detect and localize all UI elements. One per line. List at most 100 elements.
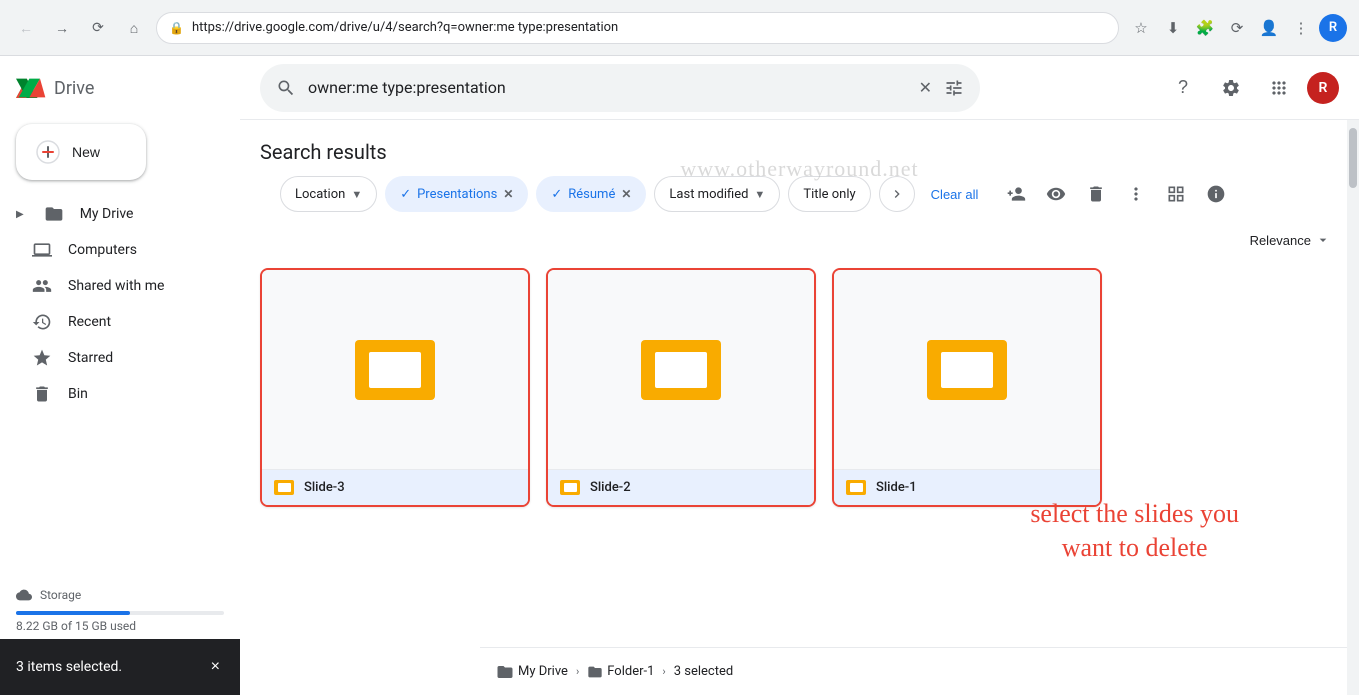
file-grid: Slide-3 Slide-2	[240, 260, 1359, 527]
star-icon	[32, 348, 52, 368]
scrollbar-thumb[interactable]	[1349, 128, 1357, 188]
extensions-button[interactable]: 🧩	[1191, 14, 1219, 42]
add-person-button[interactable]	[998, 176, 1034, 212]
file-card-slide1[interactable]: Slide-1	[832, 268, 1102, 507]
file-card-footer-slide3: Slide-3	[262, 470, 528, 505]
settings-dots-button[interactable]: ⋮	[1287, 14, 1315, 42]
new-button[interactable]: New	[16, 124, 146, 180]
drive-logo: Drive	[0, 64, 240, 112]
toolbar-icons	[998, 176, 1234, 212]
sidebar: Drive New ▶ My Drive Computers	[0, 56, 240, 695]
sidebar-item-starred[interactable]: Starred	[0, 340, 224, 376]
settings-button[interactable]	[1211, 68, 1251, 108]
storage-bar-fill	[16, 611, 130, 615]
file-card-footer-slide1: Slide-1	[834, 470, 1100, 505]
last-modified-chevron-icon: ▼	[754, 188, 765, 201]
file-icon-inner-slide3	[278, 483, 291, 492]
sort-bar: Relevance	[240, 224, 1359, 260]
bottom-selected-text: 3 selected	[674, 664, 733, 679]
file-icon-slide3	[274, 480, 294, 495]
slides-icon-outer	[355, 340, 435, 400]
preview-button[interactable]	[1038, 176, 1074, 212]
filter-bar: Location ▼ ✓ Presentations ✕ ✓ Résumé ✕	[260, 176, 1254, 224]
download-button[interactable]: ⬇	[1159, 14, 1187, 42]
trash-icon	[32, 384, 52, 404]
presentations-remove-icon[interactable]: ✕	[503, 187, 513, 201]
storage-used-text: 8.22 GB of 15 GB used	[16, 619, 224, 633]
url-text: https://drive.google.com/drive/u/4/searc…	[192, 20, 1106, 35]
main-content: owner:me type:presentation ✕ ? R Sear	[240, 56, 1359, 695]
title-only-filter-label: Title only	[803, 187, 855, 202]
file-name-slide3: Slide-3	[304, 480, 345, 495]
back-button[interactable]: ←	[12, 14, 40, 42]
sidebar-item-sharedwithme-label: Shared with me	[68, 278, 164, 294]
people-icon	[32, 276, 52, 296]
bottom-drive-icon	[496, 663, 514, 681]
forward-button[interactable]: →	[48, 14, 76, 42]
sync-button[interactable]: ⟳	[1223, 14, 1251, 42]
user-avatar[interactable]: R	[1307, 72, 1339, 104]
info-button[interactable]	[1198, 176, 1234, 212]
resume-remove-icon[interactable]: ✕	[621, 187, 631, 201]
slides-icon-outer-2	[641, 340, 721, 400]
profile-button[interactable]: 👤	[1255, 14, 1283, 42]
bottom-chevron-1: ›	[576, 665, 579, 678]
sidebar-item-mydrive[interactable]: ▶ My Drive	[0, 196, 224, 232]
folder-icon	[44, 204, 64, 224]
last-modified-filter-chip[interactable]: Last modified ▼	[654, 176, 780, 212]
clear-all-button[interactable]: Clear all	[923, 181, 987, 208]
drive-header: owner:me type:presentation ✕ ? R	[240, 56, 1359, 120]
drive-logo-icon	[16, 72, 48, 104]
home-button[interactable]: ⌂	[120, 14, 148, 42]
file-card-slide2[interactable]: Slide-2	[546, 268, 816, 507]
selection-count: 3 items selected.	[16, 659, 122, 675]
expand-arrow-icon: ▶	[16, 209, 24, 220]
address-bar: 🔒 https://drive.google.com/drive/u/4/sea…	[156, 12, 1119, 44]
sidebar-item-bin[interactable]: Bin	[0, 376, 224, 412]
more-actions-button[interactable]	[1118, 176, 1154, 212]
slides-icon-outer-3	[927, 340, 1007, 400]
last-modified-filter-label: Last modified	[669, 187, 748, 202]
location-filter-chip[interactable]: Location ▼	[280, 176, 377, 212]
scrollbar-track	[1347, 120, 1359, 695]
presentations-filter-label: Presentations	[417, 187, 497, 202]
drive-logo-text: Drive	[54, 78, 94, 99]
resume-filter-label: Résumé	[568, 187, 615, 202]
presentations-check-icon: ✓	[400, 187, 411, 202]
delete-button[interactable]	[1078, 176, 1114, 212]
clock-icon	[32, 312, 52, 332]
file-icon-inner-slide2	[564, 483, 577, 492]
grid-view-button[interactable]	[1158, 176, 1194, 212]
sidebar-item-recent-label: Recent	[68, 314, 111, 330]
bottom-mydrive-text: My Drive	[518, 664, 568, 679]
sidebar-item-recent[interactable]: Recent	[0, 304, 224, 340]
new-button-label: New	[72, 144, 100, 160]
search-clear-button[interactable]: ✕	[919, 78, 932, 97]
browser-chrome: ← → ⟳ ⌂ 🔒 https://drive.google.com/drive…	[0, 0, 1359, 56]
relevance-sort-button[interactable]: Relevance	[1242, 228, 1339, 252]
reload-button[interactable]: ⟳	[84, 14, 112, 42]
search-options-button[interactable]	[944, 78, 964, 98]
sidebar-item-computers-label: Computers	[68, 242, 137, 258]
browser-avatar[interactable]: R	[1319, 14, 1347, 42]
search-results-header: Search results Location ▼ ✓ Presentation…	[240, 120, 1359, 224]
title-only-filter-chip[interactable]: Title only	[788, 176, 870, 212]
more-filters-button[interactable]	[879, 176, 915, 212]
file-icon-inner-slide1	[850, 483, 863, 492]
bookmark-button[interactable]: ☆	[1127, 14, 1155, 42]
search-bar[interactable]: owner:me type:presentation ✕	[260, 64, 980, 112]
selection-close-button[interactable]: ×	[207, 654, 224, 680]
help-button[interactable]: ?	[1163, 68, 1203, 108]
file-card-preview-slide1	[834, 270, 1100, 470]
file-card-footer-slide2: Slide-2	[548, 470, 814, 505]
sidebar-item-starred-label: Starred	[68, 350, 113, 366]
file-card-slide3[interactable]: Slide-3	[260, 268, 530, 507]
presentations-filter-chip[interactable]: ✓ Presentations ✕	[385, 176, 528, 212]
search-results-title: Search results	[260, 140, 1254, 164]
resume-filter-chip[interactable]: ✓ Résumé ✕	[536, 176, 646, 212]
sidebar-item-sharedwithme[interactable]: Shared with me	[0, 268, 224, 304]
chevron-right-icon	[889, 186, 905, 202]
file-icon-slide1	[846, 480, 866, 495]
google-apps-button[interactable]	[1259, 68, 1299, 108]
sidebar-item-computers[interactable]: Computers	[0, 232, 224, 268]
